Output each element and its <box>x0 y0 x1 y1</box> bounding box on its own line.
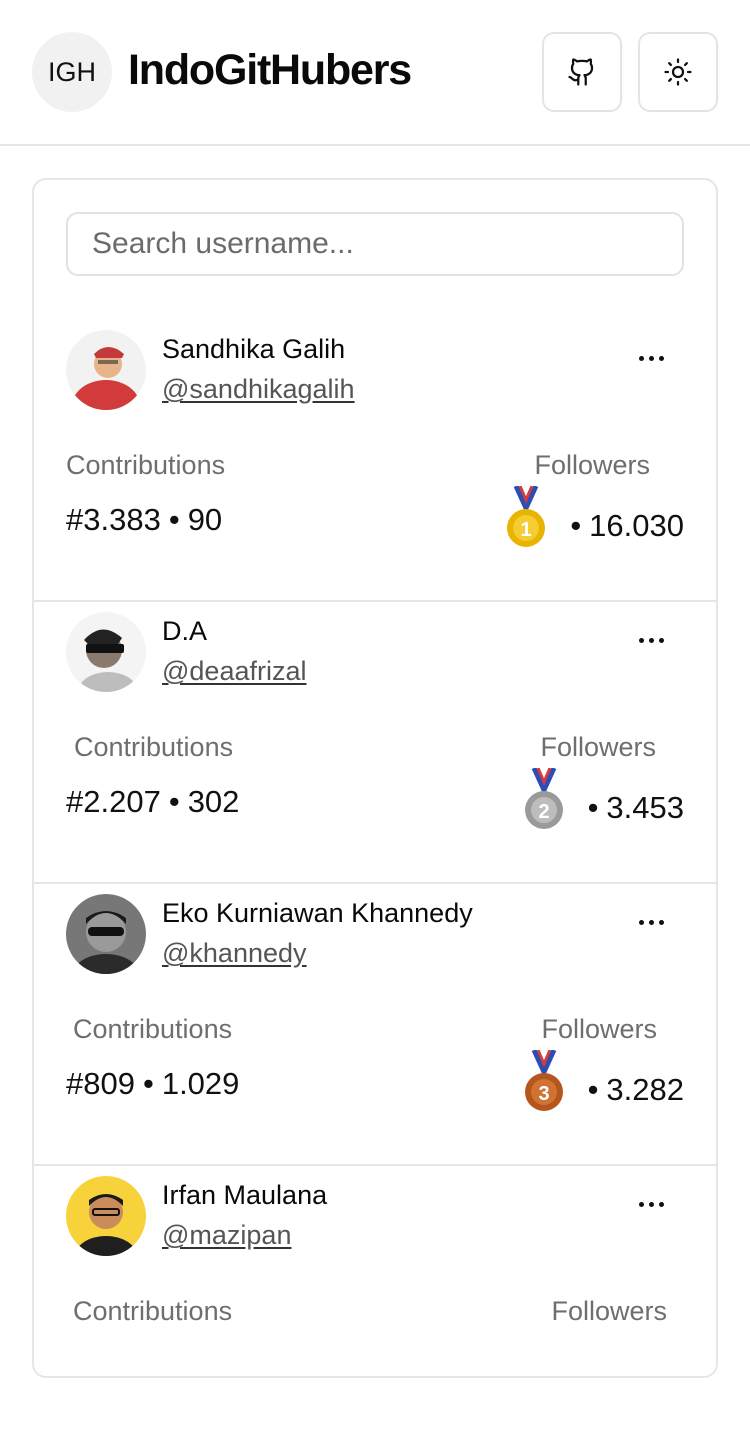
contribution-rank: #809 <box>66 1066 135 1101</box>
separator: • <box>142 1066 154 1101</box>
contributions-label: Contributions <box>66 450 226 480</box>
app-logo[interactable]: IGH <box>32 32 112 112</box>
sun-icon <box>664 58 692 86</box>
user-name[interactable]: Eko Kurniawan Khannedy <box>162 898 473 929</box>
silver-medal-icon: 2 <box>524 768 563 829</box>
separator: • <box>168 502 180 537</box>
followers-label: Followers <box>534 450 650 480</box>
more-options-button[interactable] <box>626 902 676 942</box>
contribution-count: 1.029 <box>161 1066 240 1101</box>
contributions-value: #809 • 1.029 <box>66 1066 239 1102</box>
user-handle-link[interactable]: @deaafrizal <box>162 656 306 687</box>
more-options-button[interactable] <box>626 338 676 378</box>
medal-rank: 1 <box>521 519 532 541</box>
contributions-label: Contributions <box>73 1014 233 1044</box>
gold-medal-icon: 1 <box>507 486 546 547</box>
logo-text: IGH <box>47 56 96 87</box>
contribution-count: 90 <box>187 502 223 537</box>
contribution-rank: #3.383 <box>66 502 161 537</box>
avatar[interactable] <box>66 612 146 692</box>
user-handle-link[interactable]: @sandhikagalih <box>162 374 355 405</box>
user-card[interactable]: Eko Kurniawan Khannedy @khannedy Contrib… <box>34 884 716 1166</box>
contributions-value: #3.383 • 90 <box>66 502 222 538</box>
user-card[interactable]: Sandhika Galih @sandhikagalih Contributi… <box>34 320 716 602</box>
bronze-medal-icon: 3 <box>524 1050 563 1111</box>
medal-rank: 2 <box>538 801 549 823</box>
avatar[interactable] <box>66 1176 146 1256</box>
followers-count: 16.030 <box>589 508 684 543</box>
contributions-label: Contributions <box>74 732 234 762</box>
contributions-value: #2.207 • 302 <box>66 784 239 820</box>
contribution-count: 302 <box>187 784 240 819</box>
user-name[interactable]: D.A <box>162 616 207 647</box>
user-card[interactable]: D.A @deaafrizal Contributions Followers … <box>34 602 716 884</box>
avatar[interactable] <box>66 894 146 974</box>
theme-toggle-button[interactable] <box>638 32 718 112</box>
user-handle-link[interactable]: @mazipan <box>162 1220 291 1251</box>
search-input[interactable] <box>66 212 684 276</box>
followers-label: Followers <box>541 1014 657 1044</box>
user-card[interactable]: Irfan Maulana @mazipan Contributions Fol… <box>34 1166 716 1448</box>
followers-count: 3.453 <box>606 790 684 825</box>
more-icon <box>638 1201 644 1207</box>
more-icon <box>638 355 644 361</box>
app-title[interactable]: IndoGitHubers <box>128 46 412 95</box>
followers-label: Followers <box>551 1296 667 1326</box>
followers-value: 1 • 16.030 <box>504 486 684 550</box>
contribution-rank: #2.207 <box>66 784 161 819</box>
followers-value: 2 • 3.453 <box>522 768 684 832</box>
more-options-button[interactable] <box>626 620 676 660</box>
more-icon <box>638 637 644 643</box>
avatar[interactable] <box>66 330 146 410</box>
followers-count: 3.282 <box>606 1072 684 1107</box>
github-button[interactable] <box>542 32 622 112</box>
medal-rank: 3 <box>538 1083 549 1105</box>
user-handle-link[interactable]: @khannedy <box>162 938 307 969</box>
contributions-label: Contributions <box>73 1296 233 1326</box>
followers-label: Followers <box>540 732 656 762</box>
user-name[interactable]: Irfan Maulana <box>162 1180 327 1211</box>
followers-value: 3 • 3.282 <box>522 1050 684 1114</box>
more-options-button[interactable] <box>626 1184 676 1224</box>
user-name[interactable]: Sandhika Galih <box>162 334 345 365</box>
separator: • <box>168 784 180 819</box>
app-header: IGH IndoGitHubers <box>0 0 750 146</box>
github-icon <box>568 58 594 86</box>
more-icon <box>638 919 644 925</box>
